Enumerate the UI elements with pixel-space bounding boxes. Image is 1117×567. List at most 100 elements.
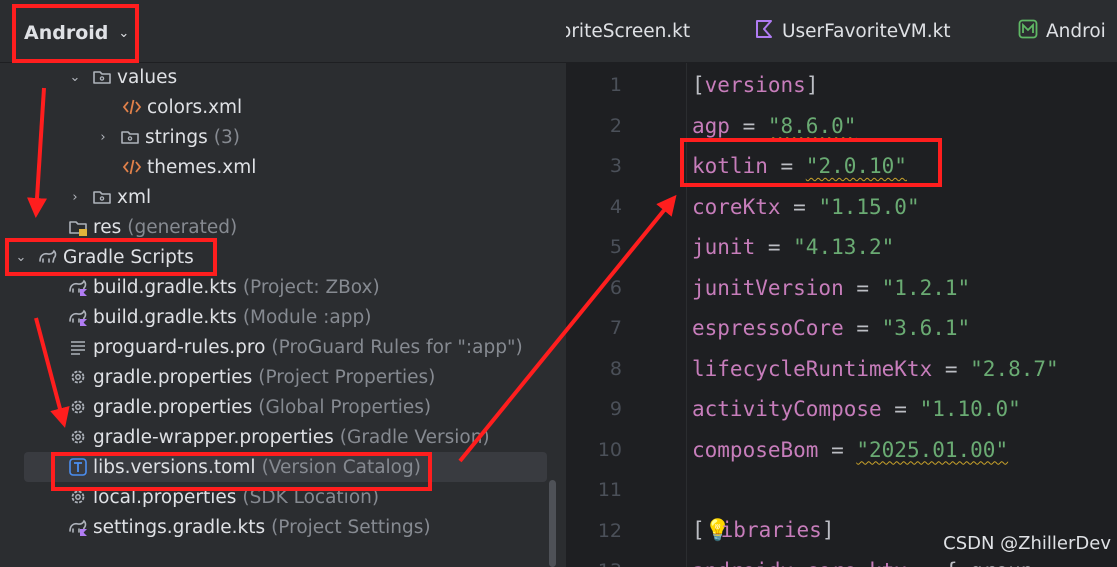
tree-item[interactable]: ⌄ values [0,62,547,92]
code-line: 4 coreKtx = "1.15.0" [566,187,1117,227]
tree-item[interactable]: proguard-rules.pro (ProGuard Rules for ":… [0,332,547,362]
toml-value: "2025.01.00" [856,437,1009,462]
line-number: 1 [609,74,622,96]
tab-android-manifest[interactable]: Androi [1018,0,1106,63]
tree-item-name: local.properties [93,486,237,508]
tree-item-hint: (Gradle Version) [339,426,490,448]
generated-folder-icon [66,216,90,238]
section-name: ibraries [720,518,822,542]
tree-item-name: strings [145,126,208,148]
chevron-down-icon: ⌄ [118,25,130,41]
tree-item[interactable]: gradle.properties (Project Properties) [0,362,547,392]
tree-item-hint: (Version Catalog) [261,456,421,478]
tree-item-hint: (Project Properties) [258,366,436,388]
tab-user-favorite-vm[interactable]: UserFavoriteVM.kt [754,0,951,63]
tree-item[interactable]: › strings (3) [0,122,547,152]
tree-item-name: values [117,66,178,88]
gradle-kts-icon [66,516,90,538]
tree-item[interactable]: themes.xml [0,152,547,182]
tree-item-name: libs.versions.toml [93,456,256,478]
tree-item-hint: (ProGuard Rules for ":app") [271,336,523,358]
line-number: 13 [566,560,622,567]
gear-icon [66,426,90,448]
gradle-kts-icon [66,306,90,328]
toml-value: "1.15.0" [818,194,920,219]
tree-item[interactable]: colors.xml [0,92,547,122]
gear-icon [66,366,90,388]
project-panel-header: Android ⌄ [0,0,566,63]
chevron-down-icon[interactable]: ⌄ [12,250,30,265]
toml-value: "3.6.1" [881,316,971,340]
xml-file-icon [120,96,144,118]
tree-item[interactable]: build.gradle.kts (Project: ZBox) [0,272,547,302]
code-line: 2 agp = "8.6.0" [566,106,1117,146]
tab-label: oriteScreen.kt [566,21,691,42]
toml-value: "8.6.0" [767,113,857,138]
toml-key: androidx-core-ktx [692,559,907,567]
toml-operator: = [729,113,768,138]
code-line: 3 kotlin = "2.0.10" [566,146,1117,186]
section-name: versions [704,73,806,97]
tree-item-hint: (Module :app) [242,306,372,328]
gear-icon [66,486,90,508]
tree-item-hint: (Project Settings) [271,516,431,538]
toml-key: agp [692,113,730,138]
toml-operator: = [767,154,806,178]
project-view-label: Android [24,22,109,44]
project-tree-scrollbar[interactable] [549,480,556,567]
tree-item[interactable]: gradle.properties (Global Properties) [0,392,547,422]
chevron-right-icon[interactable]: › [66,190,84,205]
tree-item[interactable]: res (generated) [0,212,547,242]
toml-file-icon [66,456,90,478]
tree-item-name: colors.xml [147,96,243,118]
line-number: 9 [609,398,622,420]
tree-item[interactable]: libs.versions.toml (Version Catalog) [24,452,547,482]
toml-value: "2.8.7" [970,356,1059,381]
toml-key: activityCompose [692,397,882,421]
tree-item[interactable]: build.gradle.kts (Module :app) [0,302,547,332]
tree-item-hint: (SDK Location) [242,486,380,508]
line-number: 5 [609,236,622,258]
line-number: 12 [597,519,622,542]
folder-icon [90,186,114,208]
project-view-selector[interactable]: Android ⌄ [14,6,138,60]
toml-operator: = [780,194,819,219]
code-line: 8 lifecycleRuntimeKtx = "2.8.7" [566,349,1117,389]
kotlin-file-icon [754,19,774,44]
manifest-icon [1018,19,1038,44]
tree-item-name: build.gradle.kts [93,306,237,328]
toml-key: lifecycleRuntimeKtx [692,356,933,381]
toml-value: "4.13.2" [793,235,895,259]
code-line: 9 activityCompose = "1.10.0" [566,389,1117,429]
chevron-down-icon[interactable]: ⌄ [66,70,84,85]
tab-favorite-screen[interactable]: oriteScreen.kt [566,0,690,63]
toml-key: junitVersion [692,275,844,300]
tree-item-name: xml [117,186,152,208]
folder-icon [90,66,114,88]
line-number: 4 [609,195,622,218]
tree-item-name: gradle.properties [93,366,253,388]
gradle-kts-icon [66,276,90,298]
tree-item-hint: (Project: ZBox) [242,276,380,298]
folder-icon [118,126,142,148]
toml-value: "1.10.0" [919,397,1021,421]
toml-operator: = { group [907,559,1046,567]
tree-item[interactable]: gradle-wrapper.properties (Gradle Version… [0,422,547,452]
toml-key: coreKtx [692,194,781,219]
line-number: 8 [609,357,622,380]
project-panel: Android ⌄ ⌄ values colors.xml › strings (3) th… [0,0,566,567]
xml-file-icon [120,156,144,178]
toml-operator: = [843,316,882,340]
toml-key: junit [692,235,756,259]
tree-item[interactable]: local.properties (SDK Location) [0,482,547,512]
gear-icon [66,396,90,418]
tree-item-name: build.gradle.kts [93,276,237,298]
tree-item[interactable]: › xml [0,182,547,212]
tree-item-hint: (Global Properties) [258,396,432,418]
watermark: CSDN @ZhillerDev [943,533,1111,554]
chevron-right-icon[interactable]: › [94,130,112,145]
tree-item[interactable]: ⌄ Gradle Scripts [0,242,547,272]
tree-item[interactable]: settings.gradle.kts (Project Settings) [0,512,547,542]
lightbulb-icon[interactable]: 💡 [705,518,731,543]
tree-item-name: gradle.properties [93,396,253,418]
